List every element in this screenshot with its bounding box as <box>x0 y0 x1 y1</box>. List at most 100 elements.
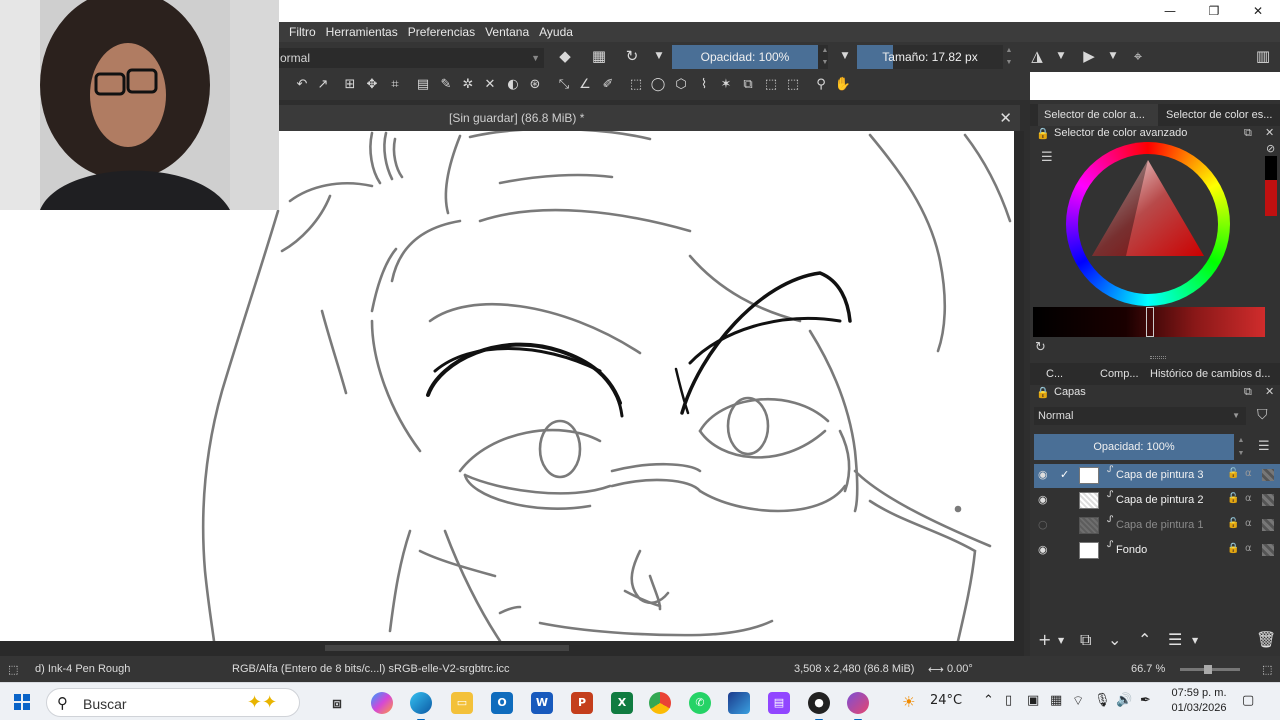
blend-mode-select[interactable]: ormal ▼ <box>278 48 544 68</box>
alpha-lock-icon[interactable] <box>1262 544 1274 556</box>
shade-selector-handle[interactable] <box>1146 307 1154 337</box>
taskbar-search[interactable]: ⚲ Buscar ✦✦ <box>46 688 300 717</box>
opacity-spin-icon[interactable]: ▲ ▼ <box>820 45 830 69</box>
enclose-fill-icon[interactable]: ⊛ <box>525 75 545 95</box>
tab-channels[interactable]: C... <box>1040 363 1078 385</box>
weather-temperature[interactable]: 24°C <box>930 693 962 708</box>
alpha-inherit-icon[interactable]: α <box>1245 543 1252 554</box>
chevron-down-icon[interactable]: ▼ <box>648 46 670 68</box>
wrap-around-icon[interactable]: ⌖ <box>1127 46 1149 68</box>
krita-app-icon[interactable] <box>847 692 869 720</box>
layer-opacity-spin-icon[interactable]: ▲ ▼ <box>1236 434 1246 460</box>
duplicate-layer-icon[interactable]: ⧉ <box>1080 630 1091 650</box>
tray-app-icon[interactable]: ▣ <box>1027 693 1039 708</box>
clip-studio-icon[interactable] <box>728 692 750 714</box>
task-view-icon[interactable]: ⧈ <box>326 692 348 714</box>
zoom-tool-icon[interactable]: ⚲ <box>811 75 831 95</box>
microphone-icon[interactable]: 🎙 <box>1094 693 1111 708</box>
move-tool-icon[interactable]: ✥ <box>362 75 382 95</box>
move-layer-down-icon[interactable]: ⌄ <box>1108 630 1121 649</box>
wifi-icon[interactable]: ⌔ <box>1072 693 1084 709</box>
eye-closed-icon[interactable]: ○ <box>1038 518 1052 531</box>
transform-tool-icon[interactable]: ⊞ <box>340 75 360 95</box>
eye-icon[interactable]: ◉ <box>1038 493 1052 506</box>
layer-blend-mode-select[interactable]: Normal ▼ <box>1034 407 1246 425</box>
measure-tool-icon[interactable]: ⤡ <box>554 75 574 95</box>
alpha-inherit-icon[interactable]: α <box>1245 493 1252 504</box>
lock-icon[interactable]: 🔒 <box>1036 386 1050 399</box>
filter-icon[interactable]: ⛉ <box>1257 407 1268 423</box>
layer-row[interactable]: ○ ᔑ Capa de pintura 1 🔓 α <box>1034 514 1280 538</box>
close-window-button[interactable]: ✕ <box>1236 0 1280 22</box>
weather-icon[interactable]: ☀ <box>902 693 915 711</box>
word-app-icon[interactable]: W <box>531 692 553 714</box>
minimize-button[interactable]: — <box>1148 0 1192 22</box>
eye-icon[interactable]: ◉ <box>1038 543 1052 556</box>
layer-name[interactable]: Capa de pintura 3 <box>1116 469 1203 481</box>
magic-wand-icon[interactable]: ✶ <box>716 75 736 95</box>
assistant-tool-icon[interactable]: ✕ <box>480 75 500 95</box>
docker-splitter[interactable] <box>1150 356 1166 359</box>
fill-tool-icon[interactable]: ◐ <box>503 75 523 95</box>
layer-opacity-slider[interactable]: Opacidad: 100% <box>1034 434 1234 460</box>
chevron-down-icon[interactable]: ▼ <box>1050 46 1072 68</box>
zoom-value[interactable]: 66.7 % <box>1131 663 1165 675</box>
layer-row[interactable]: ◉ ✓ ᔑ Capa de pintura 3 🔓 α <box>1034 464 1280 488</box>
show-hidden-icons[interactable]: ⌃ <box>983 693 994 708</box>
menu-window[interactable]: Ventana <box>485 25 529 39</box>
close-docker-icon[interactable]: ✕ <box>1265 126 1274 139</box>
magnetic-select-icon[interactable]: ⬚ <box>783 75 803 95</box>
close-docker-icon[interactable]: ✕ <box>1265 385 1274 398</box>
pen-icon[interactable]: ✒ <box>1140 693 1151 708</box>
refresh-icon[interactable]: ↻ <box>1035 340 1046 355</box>
zoom-slider[interactable] <box>1180 665 1240 674</box>
close-document-icon[interactable]: ✕ <box>999 109 1012 127</box>
obs-studio-icon[interactable]: ● <box>808 692 830 720</box>
smart-patch-icon[interactable]: ✲ <box>458 75 478 95</box>
volume-icon[interactable]: 🔊 <box>1116 693 1132 708</box>
gradient-tool-icon[interactable]: ▤ <box>413 75 433 95</box>
taskbar-clock[interactable]: 07:59 p. m. 01/03/2026 <box>1168 686 1230 716</box>
edge-browser-icon[interactable] <box>410 692 432 720</box>
freehand-select-icon[interactable]: ⌇ <box>694 75 714 95</box>
chevron-down-icon[interactable]: ▼ <box>1192 636 1198 645</box>
reset-icon[interactable]: ↻ <box>621 46 643 68</box>
file-explorer-icon[interactable]: ▭ <box>451 692 473 714</box>
selection-icon[interactable]: ⬚ <box>8 663 18 676</box>
whatsapp-app-icon[interactable]: ✆ <box>689 692 711 714</box>
tab-advanced-color-selector[interactable]: Selector de color a... <box>1038 104 1158 126</box>
mirror-vertical-icon[interactable]: ▶ <box>1078 46 1100 68</box>
chrome-browser-icon[interactable] <box>649 692 671 714</box>
pan-tool-icon[interactable]: ✋ <box>833 75 853 95</box>
color-select-icon[interactable]: ⧉ <box>738 75 758 95</box>
add-layer-icon[interactable]: + <box>1038 630 1051 649</box>
shade-selector-bar[interactable] <box>1033 307 1265 337</box>
alpha-lock-icon[interactable] <box>1262 519 1274 531</box>
canvas-vertical-scrollbar[interactable] <box>1014 131 1024 641</box>
lock-icon[interactable]: 🔒 <box>1227 543 1239 554</box>
windows-start-icon[interactable] <box>14 694 30 710</box>
move-layer-up-icon[interactable]: ⌃ <box>1138 630 1151 649</box>
color-settings-icon[interactable]: ☰ <box>1041 150 1053 165</box>
canvas-only-icon[interactable]: ⬚ <box>1262 663 1272 676</box>
layer-row[interactable]: ◉ ᔑ Fondo 🔒 α <box>1034 539 1280 563</box>
polygon-select-icon[interactable]: ⬡ <box>671 75 691 95</box>
lock-icon[interactable]: 🔒 <box>1036 127 1050 140</box>
crop-tool-icon[interactable]: ⌗ <box>385 75 405 95</box>
zoom-slider-knob[interactable] <box>1204 665 1212 674</box>
tab-compositions[interactable]: Comp... <box>1094 363 1142 385</box>
no-color-icon[interactable]: ⊘ <box>1266 142 1275 155</box>
powerpoint-app-icon[interactable]: P <box>571 692 593 714</box>
menu-tools[interactable]: Herramientas <box>326 25 398 39</box>
twitch-app-icon[interactable]: ▤ <box>768 692 790 714</box>
layer-menu-icon[interactable]: ☰ <box>1258 439 1270 454</box>
layer-name[interactable]: Capa de pintura 2 <box>1116 494 1203 506</box>
chevron-down-icon[interactable]: ▼ <box>1058 636 1064 645</box>
freehand-path-icon[interactable]: ↗ <box>313 75 333 95</box>
tab-specific-color-selector[interactable]: Selector de color es... <box>1160 104 1280 126</box>
unlock-icon[interactable]: 🔓 <box>1227 518 1239 529</box>
unlock-icon[interactable]: 🔓 <box>1227 493 1239 504</box>
float-docker-icon[interactable]: ⧉ <box>1244 385 1252 399</box>
bezier-tool-icon[interactable]: ↶ <box>292 75 312 95</box>
size-spin-icon[interactable]: ▲ ▼ <box>1004 45 1014 69</box>
